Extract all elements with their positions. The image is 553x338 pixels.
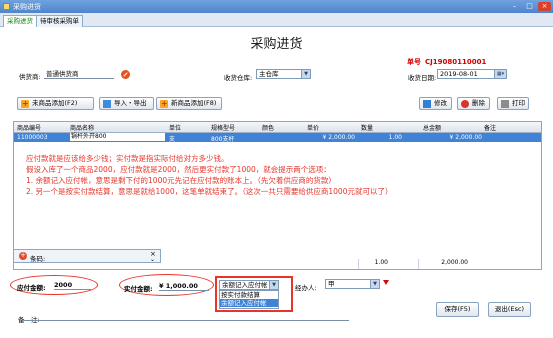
barcode-label: 条码: xyxy=(30,255,46,263)
edit-icon xyxy=(423,100,431,108)
chevron-down-icon[interactable]: ▼ xyxy=(301,70,310,78)
settlement-select[interactable]: 余额记入应付帐 ▼ xyxy=(219,280,279,290)
new-product-button[interactable]: 新商品添加(F8) xyxy=(156,97,222,110)
order-number: 单号 CJ19080110001 xyxy=(407,57,486,67)
new-product-label: 新商品添加(F8) xyxy=(171,99,217,107)
payable-label: 应付金额: xyxy=(17,284,46,292)
supplier-label: 供货商: xyxy=(19,73,41,81)
print-icon xyxy=(501,100,509,108)
cell-unit: 支 xyxy=(169,136,176,143)
col-header[interactable]: 单位 xyxy=(169,123,181,132)
date-value: 2019-08-01 xyxy=(440,70,478,78)
annotation-line: 应付款就是应该给多少钱；实付款是指实际付给对方多少钱。 xyxy=(26,154,229,163)
col-header[interactable]: 颜色 xyxy=(262,123,274,132)
date-picker[interactable]: 2019-08-01 ▦▾ xyxy=(437,69,507,79)
chevron-down-icon[interactable]: ▼ xyxy=(269,281,278,289)
order-number-value: CJ19080110001 xyxy=(425,58,487,66)
warehouse-select[interactable]: 主仓库 ▼ xyxy=(256,69,311,79)
annotation-line: 假设入库了一个商品2000，应付款就是2000，然后更实付款了1000，就会提示… xyxy=(26,165,331,174)
annotation-line: 1. 余额记入应付帐，意思是剩下付的1000元先记在应付款的账本上。（先欠着供应… xyxy=(26,176,336,185)
tab-pending-review[interactable]: 待审核采购单 xyxy=(36,15,83,27)
cell-spec: 800支杆 xyxy=(211,136,235,143)
select-supplier-icon[interactable] xyxy=(121,70,130,79)
barcode-add-icon[interactable]: + xyxy=(19,252,27,260)
tab-purchase[interactable]: 采购进货 xyxy=(3,15,37,27)
add-icon xyxy=(21,98,29,109)
minimize-button[interactable]: – xyxy=(508,2,521,11)
summary-total: 2,000.00 xyxy=(418,259,468,269)
order-number-label: 单号 xyxy=(407,58,421,66)
supplier-field[interactable]: 普通供货商 xyxy=(44,69,114,79)
handler-select[interactable]: 甲 ▼ xyxy=(325,279,380,289)
print-button[interactable]: 打印 xyxy=(497,97,529,110)
tab-strip: 采购进货 待审核采购单 xyxy=(0,13,553,27)
table-row[interactable]: 11000003 锅杆外开800 支 800支杆 ¥ 2,000.00 1.00… xyxy=(14,133,541,143)
cell-price: ¥ 2,000.00 xyxy=(322,134,355,141)
col-header[interactable]: 总金额 xyxy=(423,123,441,132)
close-button[interactable]: × xyxy=(538,2,551,11)
col-header[interactable]: 商品编号 xyxy=(17,123,41,132)
add-product-label: 未商品添加(F2) xyxy=(32,99,78,107)
chevron-down-icon[interactable]: ▼ xyxy=(370,280,379,288)
col-header[interactable]: 规格型号 xyxy=(211,123,235,132)
paid-label: 实付金额: xyxy=(124,285,153,293)
payable-field[interactable]: 2000 xyxy=(54,280,91,290)
paid-field[interactable]: ¥ 1,000.00 xyxy=(159,281,209,291)
grid-header: 商品编号 商品名称 单位 规格型号 颜色 单价 数量 总金额 备注 xyxy=(14,122,541,133)
calendar-icon[interactable]: ▦▾ xyxy=(494,70,506,78)
barcode-expand-icon[interactable]: ⌄ xyxy=(150,256,155,263)
cell-qty: 1.00 xyxy=(388,134,402,141)
summary-qty: 1.00 xyxy=(358,259,388,269)
cell-name[interactable]: 锅杆外开800 xyxy=(70,133,165,141)
import-export-icon xyxy=(103,100,111,108)
import-export-label: 导入・导出 xyxy=(114,99,147,107)
save-button[interactable]: 保存(F5) xyxy=(436,302,479,317)
delete-label: 删除 xyxy=(472,99,485,107)
cell-code: 11000003 xyxy=(17,134,48,141)
edit-button[interactable]: 修改 xyxy=(419,97,452,110)
edit-label: 修改 xyxy=(434,99,447,107)
memo-field[interactable] xyxy=(24,320,349,321)
date-label: 收货日期: xyxy=(408,74,437,82)
maximize-button[interactable]: □ xyxy=(523,2,536,11)
window-title: 采购进货 xyxy=(13,3,41,11)
cell-total: ¥ 2,000.00 xyxy=(449,134,482,141)
warehouse-label: 收货仓库: xyxy=(224,74,253,82)
settlement-dropdown[interactable]: 按实付款结算 余额记入应付帐 xyxy=(219,290,279,309)
handler-label: 经办人: xyxy=(295,284,317,292)
print-label: 打印 xyxy=(512,99,525,107)
col-header[interactable]: 商品名称 xyxy=(70,123,94,132)
settlement-value: 余额记入应付帐 xyxy=(222,281,268,289)
barcode-bar: + 条码: × ⌄ xyxy=(13,249,161,263)
new-product-icon xyxy=(160,98,168,109)
import-export-button[interactable]: 导入・导出 xyxy=(99,97,154,110)
page-title: 采购进货 xyxy=(250,37,303,52)
app-icon xyxy=(3,3,10,10)
memo-label: 备 注: xyxy=(18,316,40,324)
annotation-line: 2. 另一个是按实付款结算，意思是就给1000，这笔单就结束了。（这次一共只需要… xyxy=(26,187,393,196)
delete-button[interactable]: 删除 xyxy=(457,97,490,110)
col-header[interactable]: 备注 xyxy=(484,123,496,132)
required-marker-icon xyxy=(383,280,389,285)
settlement-option[interactable]: 按实付款结算 xyxy=(220,291,278,299)
exit-button[interactable]: 退出(Esc) xyxy=(488,302,531,317)
handler-value: 甲 xyxy=(328,280,335,288)
col-header[interactable]: 单价 xyxy=(307,123,319,132)
col-header[interactable]: 数量 xyxy=(361,123,373,132)
settlement-option[interactable]: 余额记入应付帐 xyxy=(220,299,278,307)
add-product-button[interactable]: 未商品添加(F2) xyxy=(17,97,94,110)
warehouse-value: 主仓库 xyxy=(259,70,279,78)
delete-icon xyxy=(461,100,469,108)
window-titlebar: 采购进货 – □ × xyxy=(0,0,553,13)
